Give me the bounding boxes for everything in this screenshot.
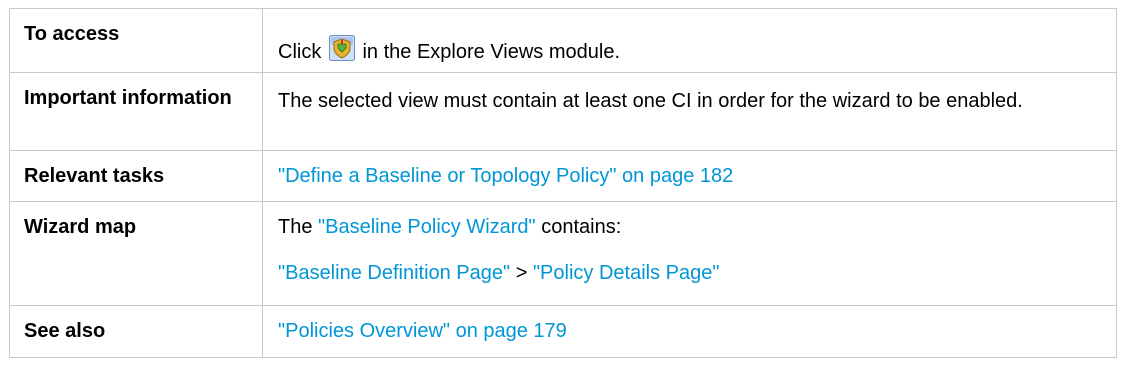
row-label: Important information <box>9 72 263 151</box>
row-label: Wizard map <box>9 201 263 306</box>
baseline-policy-wizard-link[interactable]: "Baseline Policy Wizard" <box>318 216 536 238</box>
row-to-access: To access Click in the Explore Views mod… <box>9 8 1117 73</box>
row-relevant-tasks: Relevant tasks "Define a Baseline or Top… <box>9 150 1117 202</box>
wizard-map-text-before: The <box>278 216 313 238</box>
baseline-policy-wizard-icon[interactable] <box>328 35 355 61</box>
row-content: The selected view must contain at least … <box>262 72 1117 151</box>
row-wizard-map: Wizard map The "Baseline Policy Wizard" … <box>9 201 1117 306</box>
wizard-map-text-after: contains: <box>541 216 622 238</box>
policy-details-page-link[interactable]: "Policy Details Page" <box>533 262 720 284</box>
access-text-after: in the Explore Views module. <box>362 41 621 63</box>
info-table: To access Click in the Explore Views mod… <box>9 8 1117 358</box>
policies-overview-link[interactable]: "Policies Overview" on page 179 <box>278 320 567 342</box>
row-label: See also <box>9 305 263 358</box>
row-label: To access <box>9 8 263 73</box>
define-baseline-policy-link[interactable]: "Define a Baseline or Topology Policy" o… <box>278 165 733 187</box>
row-label: Relevant tasks <box>9 150 263 202</box>
wizard-map-separator: > <box>515 262 528 284</box>
access-text-before: Click <box>278 41 322 63</box>
row-content: Click in the Explore Views module. <box>262 8 1117 73</box>
baseline-definition-page-link[interactable]: "Baseline Definition Page" <box>278 262 510 284</box>
important-text: The selected view must contain at least … <box>278 90 1023 112</box>
row-content: "Define a Baseline or Topology Policy" o… <box>262 150 1117 202</box>
row-content: "Policies Overview" on page 179 <box>262 305 1117 358</box>
row-content: The "Baseline Policy Wizard" contains: "… <box>262 201 1117 306</box>
row-see-also: See also "Policies Overview" on page 179 <box>9 305 1117 358</box>
row-important-information: Important information The selected view … <box>9 72 1117 151</box>
